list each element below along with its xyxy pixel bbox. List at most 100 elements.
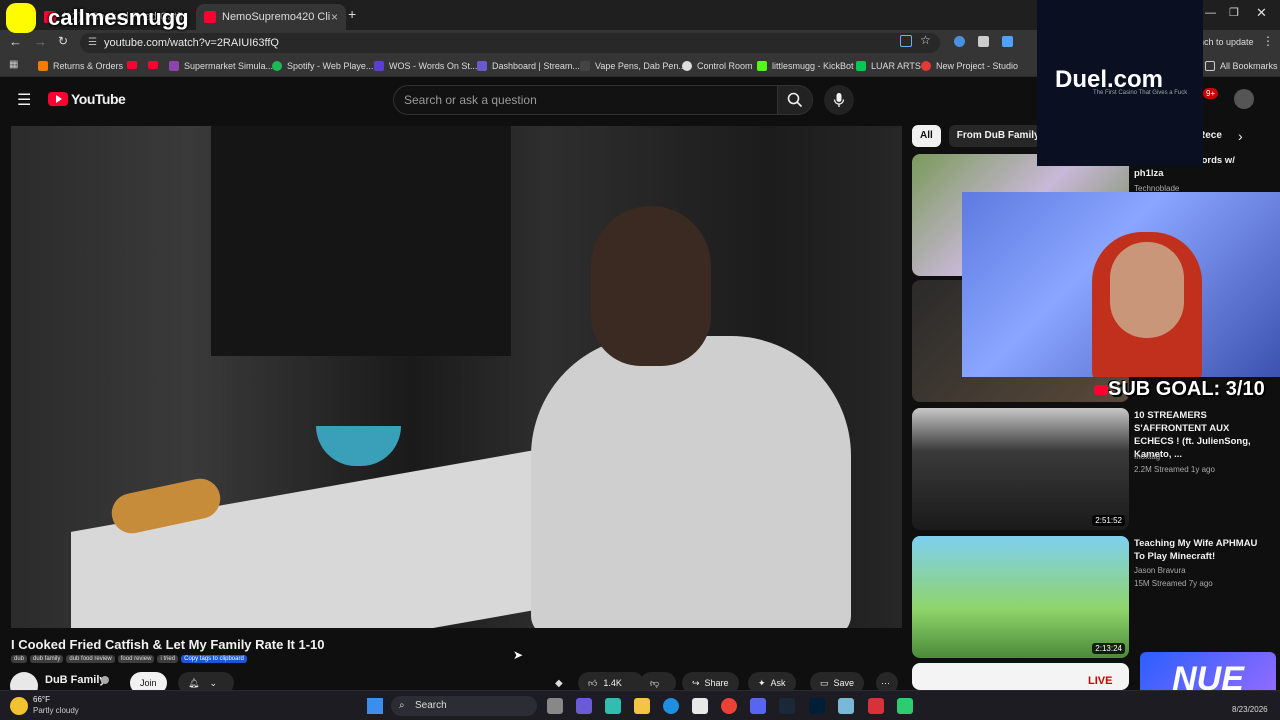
photoshop-icon[interactable] <box>809 698 825 714</box>
emoji-reaction-icon[interactable]: ◆ <box>555 678 563 689</box>
bookmark-star-icon[interactable]: ☆ <box>920 33 931 47</box>
back-icon[interactable]: ← <box>9 34 22 49</box>
notification-badge[interactable]: 9+ <box>1203 88 1219 99</box>
youtube-play-icon <box>48 92 68 106</box>
snapchat-username: callmesmugg <box>48 5 189 30</box>
copilot-icon[interactable] <box>605 698 621 714</box>
bookmark-dashboard[interactable]: Dashboard | Stream... <box>477 59 580 73</box>
tag[interactable]: dub <box>11 655 28 663</box>
extension-icon[interactable] <box>1002 36 1013 47</box>
browser-menu-icon[interactable]: ⋮ <box>1262 34 1274 48</box>
taskbar-search[interactable]: ⌕ Search <box>391 696 537 716</box>
youtube-bookmark-icon[interactable] <box>148 61 158 69</box>
url-text: youtube.com/watch?v=2RAIUI63ffQ <box>104 37 279 49</box>
bookmark-favicon-icon <box>856 61 866 71</box>
tag[interactable]: i tried <box>157 655 179 663</box>
thumbnail[interactable]: 2:13:24 <box>912 536 1129 658</box>
app-icon[interactable] <box>897 698 913 714</box>
video-frame-bowl <box>316 426 401 466</box>
url-input[interactable]: ☰ youtube.com/watch?v=2RAIUI63ffQ <box>80 33 940 53</box>
task-view-icon[interactable] <box>547 698 563 714</box>
spotify-icon <box>272 61 282 71</box>
recommendation-item[interactable]: 2:13:24 Teaching My Wife APHMAU To Play … <box>912 536 1272 658</box>
bookmark-vape[interactable]: Vape Pens, Dab Pen... <box>580 59 686 73</box>
avatar[interactable] <box>1234 89 1254 109</box>
apps-grid-icon[interactable]: ▦ <box>9 59 18 70</box>
bookmark-luar[interactable]: LUAR ARTS <box>856 59 921 73</box>
bookmark-label: Dashboard | Stream... <box>492 61 580 71</box>
video-frame-cabinet <box>211 126 511 356</box>
channel-name[interactable]: DuB Family <box>45 674 106 686</box>
video-tags: dub dub family dub food review food revi… <box>11 655 247 663</box>
bookmark-label: Returns & Orders <box>53 61 124 71</box>
like-count: 1.4K <box>603 678 622 688</box>
edge-icon[interactable] <box>663 698 679 714</box>
discord-icon[interactable] <box>750 698 766 714</box>
windows-start-icon[interactable] <box>367 698 383 714</box>
thumbs-up-icon: 👍︎ <box>588 677 598 688</box>
recommendation-item[interactable]: 2:51:52 10 STREAMERS S'AFFRONTENT AUX EC… <box>912 408 1272 530</box>
bookmark-label: LUAR ARTS <box>871 61 921 71</box>
new-tab-button[interactable]: + <box>348 6 356 22</box>
notepad-icon[interactable] <box>838 698 854 714</box>
chip-all[interactable]: All <box>912 125 941 147</box>
thumbs-down-icon: 👎︎ <box>650 677 660 688</box>
voice-search-button[interactable] <box>824 85 854 115</box>
relaunch-update-button[interactable]: nch to update <box>1199 37 1254 47</box>
forward-icon[interactable]: → <box>34 34 47 49</box>
rec-channel[interactable]: Inoxtag <box>1134 452 1160 461</box>
site-info-icon[interactable]: ☰ <box>88 33 97 53</box>
tag[interactable]: dub family <box>30 655 64 663</box>
maximize-icon[interactable]: ❐ <box>1229 6 1239 19</box>
rec-title[interactable]: Teaching My Wife APHMAU To Play Minecraf… <box>1134 537 1264 563</box>
cast-icon[interactable] <box>900 35 912 47</box>
duration-badge: 2:13:24 <box>1092 643 1125 654</box>
weather-icon[interactable] <box>10 697 28 715</box>
extension-icon[interactable] <box>978 36 989 47</box>
chevron-right-icon[interactable]: › <box>1238 128 1243 144</box>
reload-icon[interactable]: ↻ <box>58 34 68 48</box>
thumbnail[interactable]: 2:51:52 <box>912 408 1129 530</box>
rec-meta: 2.2M Streamed 1y ago <box>1134 465 1215 474</box>
app-icon[interactable] <box>868 698 884 714</box>
bookmark-control-room[interactable]: Control Room <box>682 59 753 73</box>
folder-icon <box>1205 61 1215 71</box>
webcam-face <box>1110 242 1184 338</box>
chrome-icon[interactable] <box>721 698 737 714</box>
all-bookmarks-button[interactable]: All Bookmarks <box>1205 59 1278 73</box>
teams-icon[interactable] <box>576 698 592 714</box>
tag[interactable]: dub food review <box>66 655 115 663</box>
rec-channel[interactable]: Jason Bravura <box>1134 566 1186 575</box>
microphone-icon <box>833 93 845 107</box>
bookmark-wos[interactable]: WOS - Words On St... <box>374 59 477 73</box>
bookmark-kickbot[interactable]: littlesmugg - KickBot <box>757 59 854 73</box>
thumbnail[interactable]: LIVE <box>912 663 1129 690</box>
youtube-bookmark-icon[interactable] <box>127 61 137 69</box>
copy-tags-button[interactable]: Copy tags to clipboard <box>181 655 247 663</box>
extension-icon[interactable] <box>954 36 965 47</box>
store-icon[interactable] <box>692 698 708 714</box>
save-label: Save <box>833 678 855 688</box>
hamburger-menu-icon[interactable]: ☰ <box>17 90 31 110</box>
tag[interactable]: food review <box>117 655 155 663</box>
chip-from-channel[interactable]: From DuB Family <box>948 125 1048 147</box>
tab-clips[interactable]: NemoSupremo420 Clips - Watc × <box>196 4 346 30</box>
bookmark-studio[interactable]: New Project - Studio <box>921 59 1018 73</box>
steam-icon[interactable] <box>779 698 795 714</box>
close-tab-icon[interactable]: × <box>331 10 338 24</box>
youtube-logo[interactable]: YouTube <box>48 91 126 107</box>
bookmark-supermarket[interactable]: Supermarket Simula... <box>169 59 273 73</box>
close-window-icon[interactable]: ✕ <box>1256 5 1267 21</box>
youtube-overlay-icon <box>1094 385 1108 395</box>
search-button[interactable] <box>777 85 813 115</box>
video-player[interactable] <box>11 126 902 628</box>
search-input[interactable]: Search or ask a question <box>393 85 777 115</box>
bookmark-label: Vape Pens, Dab Pen... <box>595 61 686 71</box>
bookmark-spotify[interactable]: Spotify - Web Playe... <box>272 59 373 73</box>
minimize-icon[interactable]: — <box>1205 7 1216 19</box>
bell-icon: 🔔︎ <box>188 677 200 688</box>
file-explorer-icon[interactable] <box>634 698 650 714</box>
bookmark-label: New Project - Studio <box>936 61 1019 71</box>
bookmark-returns[interactable]: Returns & Orders <box>38 59 123 73</box>
logo-text: YouTube <box>71 91 126 107</box>
